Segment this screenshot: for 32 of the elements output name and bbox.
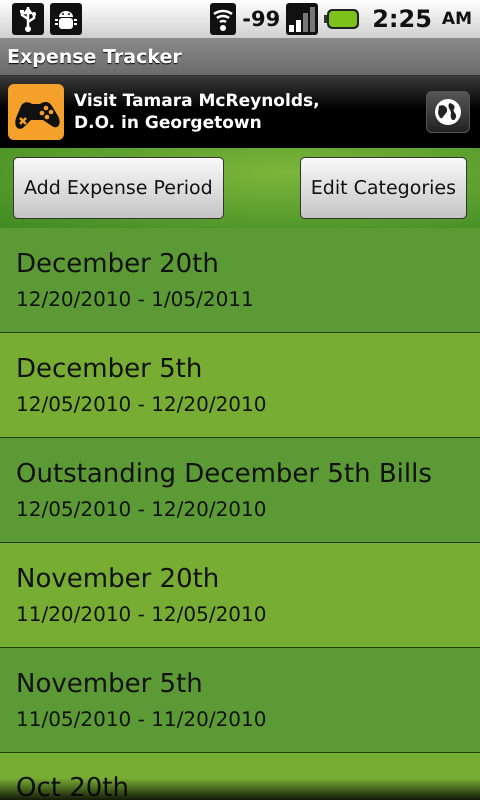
period-range: 12/20/2010 - 1/05/2011	[16, 287, 255, 311]
usb-icon	[12, 3, 44, 35]
signal-reading: -99	[242, 7, 280, 31]
period-range: 11/20/2010 - 12/05/2010	[16, 602, 268, 626]
period-range: 11/05/2010 - 11/20/2010	[16, 707, 268, 731]
period-row[interactable]: Outstanding December 5th Bills 12/05/2010 - 12/20/2010	[0, 438, 480, 543]
period-name: Outstanding December 5th Bills	[16, 459, 433, 489]
clock-meridiem: AM	[442, 9, 472, 29]
period-name: November 5th	[16, 669, 204, 699]
gamepad-icon	[8, 84, 64, 140]
period-row[interactable]: Oct 20th	[0, 753, 480, 800]
period-row[interactable]: November 5th 11/05/2010 - 11/20/2010	[0, 648, 480, 753]
period-range: 12/05/2010 - 12/20/2010	[16, 392, 268, 416]
period-range: 12/05/2010 - 12/20/2010	[16, 497, 268, 521]
period-name: Oct 20th	[16, 773, 129, 800]
bug-icon	[50, 3, 82, 35]
wifi-icon	[210, 3, 236, 35]
app-title: Expense Tracker	[7, 46, 182, 68]
action-button[interactable]: Edit Categories	[300, 157, 467, 219]
signal-icon	[286, 3, 318, 35]
period-name: November 20th	[16, 564, 220, 594]
ad-text[interactable]: Visit Tamara McReynolds, D.O. in Georgetown	[74, 90, 416, 134]
action-button[interactable]: Add Expense Period	[13, 157, 224, 219]
period-row[interactable]: December 20th 12/20/2010 - 1/05/2011	[0, 228, 480, 333]
period-row[interactable]: November 20th 11/20/2010 - 12/05/2010	[0, 543, 480, 648]
period-name: December 5th	[16, 354, 204, 384]
clock-time: 2:25	[372, 5, 432, 33]
globe-icon	[433, 97, 463, 127]
battery-icon	[324, 7, 360, 31]
period-name: December 20th	[16, 249, 220, 279]
period-row[interactable]: December 5th 12/05/2010 - 12/20/2010	[0, 333, 480, 438]
globe-button[interactable]	[426, 91, 470, 133]
